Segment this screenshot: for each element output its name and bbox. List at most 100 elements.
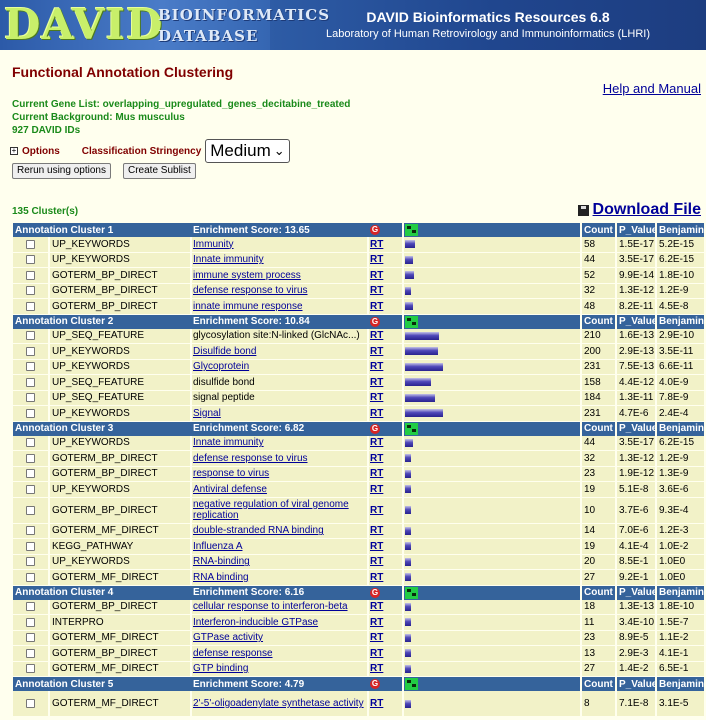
related-terms-link[interactable]: RT: [370, 437, 383, 448]
term-link[interactable]: Immunity: [193, 239, 234, 250]
related-terms-link[interactable]: RT: [370, 408, 383, 419]
options-label[interactable]: Options: [22, 146, 60, 157]
related-terms-link[interactable]: RT: [370, 468, 383, 479]
related-terms-link[interactable]: RT: [370, 525, 383, 536]
download-file[interactable]: Download File: [577, 201, 701, 219]
cluster-table: Annotation Cluster 1 Enrichment Score: 13…: [13, 223, 704, 717]
term-link[interactable]: GTP binding: [193, 663, 248, 674]
count-bar: [405, 362, 443, 371]
row-checkbox[interactable]: [26, 270, 35, 280]
david-logo[interactable]: DAVID BIOINFORMATICS DATABASE: [0, 0, 329, 50]
term-link[interactable]: 2'-5'-oligoadenylate synthetase activity: [193, 698, 364, 709]
term-link[interactable]: RNA binding: [193, 572, 249, 583]
help-manual-link[interactable]: Help and Manual: [603, 81, 701, 96]
row-checkbox[interactable]: [26, 286, 35, 296]
term-link[interactable]: RNA-binding: [193, 556, 250, 567]
related-terms-link[interactable]: RT: [370, 330, 383, 341]
gene-report-icon[interactable]: G: [370, 587, 380, 598]
term-link[interactable]: negative regulation of viral genome repl…: [193, 499, 367, 521]
term-link[interactable]: Disulfide bond: [193, 346, 256, 357]
gene-report-icon[interactable]: G: [370, 679, 380, 689]
related-terms-link[interactable]: RT: [370, 505, 383, 516]
row-checkbox[interactable]: [26, 526, 35, 536]
related-terms-link[interactable]: RT: [370, 617, 383, 628]
related-terms-link[interactable]: RT: [370, 377, 383, 388]
related-terms-link[interactable]: RT: [370, 361, 383, 372]
row-checkbox[interactable]: [26, 453, 35, 463]
term-link[interactable]: defense response: [193, 648, 273, 659]
heatmap-icon[interactable]: [405, 678, 418, 690]
heatmap-icon[interactable]: [405, 315, 418, 328]
related-terms-link[interactable]: RT: [370, 346, 383, 357]
row-checkbox[interactable]: [26, 301, 35, 311]
row-checkbox[interactable]: [26, 484, 35, 494]
related-terms-link[interactable]: RT: [370, 698, 383, 709]
term-link[interactable]: cellular response to interferon-beta: [193, 601, 348, 612]
row-checkbox[interactable]: [26, 346, 35, 356]
term-link[interactable]: Glycoprotein: [193, 361, 249, 372]
row-checkbox[interactable]: [26, 541, 35, 551]
row-checkbox[interactable]: [26, 633, 35, 643]
term-link[interactable]: defense response to virus: [193, 285, 308, 296]
row-checkbox[interactable]: [26, 255, 35, 265]
row-checkbox[interactable]: [26, 557, 35, 567]
related-terms-link[interactable]: RT: [370, 556, 383, 567]
row-checkbox[interactable]: [26, 331, 35, 341]
heatmap-icon[interactable]: [405, 586, 418, 599]
row-checkbox[interactable]: [26, 617, 35, 627]
related-terms-link[interactable]: RT: [370, 392, 383, 403]
expand-options-icon[interactable]: +: [10, 147, 18, 155]
create-sublist-button[interactable]: Create Sublist: [123, 163, 196, 179]
row-checkbox[interactable]: [26, 505, 35, 515]
related-terms-link[interactable]: RT: [370, 601, 383, 612]
related-terms-link[interactable]: RT: [370, 285, 383, 296]
row-checkbox[interactable]: [26, 602, 35, 612]
download-file-link[interactable]: Download File: [593, 201, 701, 219]
related-terms-link[interactable]: RT: [370, 663, 383, 674]
term-link[interactable]: defense response to virus: [193, 453, 308, 464]
row-checkbox[interactable]: [26, 648, 35, 658]
row-checkbox[interactable]: [26, 377, 35, 387]
row-checkbox[interactable]: [26, 572, 35, 582]
term-link[interactable]: Interferon-inducible GTPase: [193, 617, 318, 628]
related-terms-link[interactable]: RT: [370, 301, 383, 312]
related-terms-link[interactable]: RT: [370, 453, 383, 464]
related-terms-link[interactable]: RT: [370, 270, 383, 281]
related-terms-link[interactable]: RT: [370, 572, 383, 583]
term-link[interactable]: Innate immunity: [193, 437, 264, 448]
term-link[interactable]: Signal: [193, 408, 221, 419]
heatmap-icon[interactable]: [405, 224, 418, 236]
gene-report-icon[interactable]: G: [370, 316, 380, 327]
row-checkbox[interactable]: [26, 362, 35, 372]
row-checkbox[interactable]: [26, 664, 35, 674]
term-cell: response to virus: [192, 467, 367, 482]
row-checkbox[interactable]: [26, 699, 35, 708]
heatmap-icon[interactable]: [405, 422, 418, 435]
row-checkbox[interactable]: [26, 408, 35, 418]
row-checkbox[interactable]: [26, 438, 35, 448]
related-terms-link[interactable]: RT: [370, 632, 383, 643]
count-bar: [405, 255, 413, 264]
options-row: + Options Classification Stringency Medi…: [10, 139, 290, 163]
term-link[interactable]: Antiviral defense: [193, 484, 267, 495]
count-header: Count: [584, 224, 613, 236]
row-checkbox[interactable]: [26, 469, 35, 479]
stringency-select[interactable]: Medium ⌄: [205, 139, 290, 163]
gene-report-icon[interactable]: G: [370, 423, 380, 434]
rerun-button[interactable]: Rerun using options: [12, 163, 111, 179]
term-link[interactable]: innate immune response: [193, 301, 303, 312]
related-terms-link[interactable]: RT: [370, 541, 383, 552]
gene-report-icon[interactable]: G: [370, 225, 380, 235]
row-checkbox[interactable]: [26, 239, 35, 249]
term-link[interactable]: Influenza A: [193, 541, 242, 552]
related-terms-link[interactable]: RT: [370, 254, 383, 265]
term-link[interactable]: Innate immunity: [193, 254, 264, 265]
row-checkbox[interactable]: [26, 393, 35, 403]
related-terms-link[interactable]: RT: [370, 484, 383, 495]
term-link[interactable]: response to virus: [193, 468, 269, 479]
related-terms-link[interactable]: RT: [370, 239, 383, 250]
term-link[interactable]: GTPase activity: [193, 632, 263, 643]
term-link[interactable]: immune system process: [193, 270, 301, 281]
related-terms-link[interactable]: RT: [370, 648, 383, 659]
term-link[interactable]: double-stranded RNA binding: [193, 525, 324, 536]
